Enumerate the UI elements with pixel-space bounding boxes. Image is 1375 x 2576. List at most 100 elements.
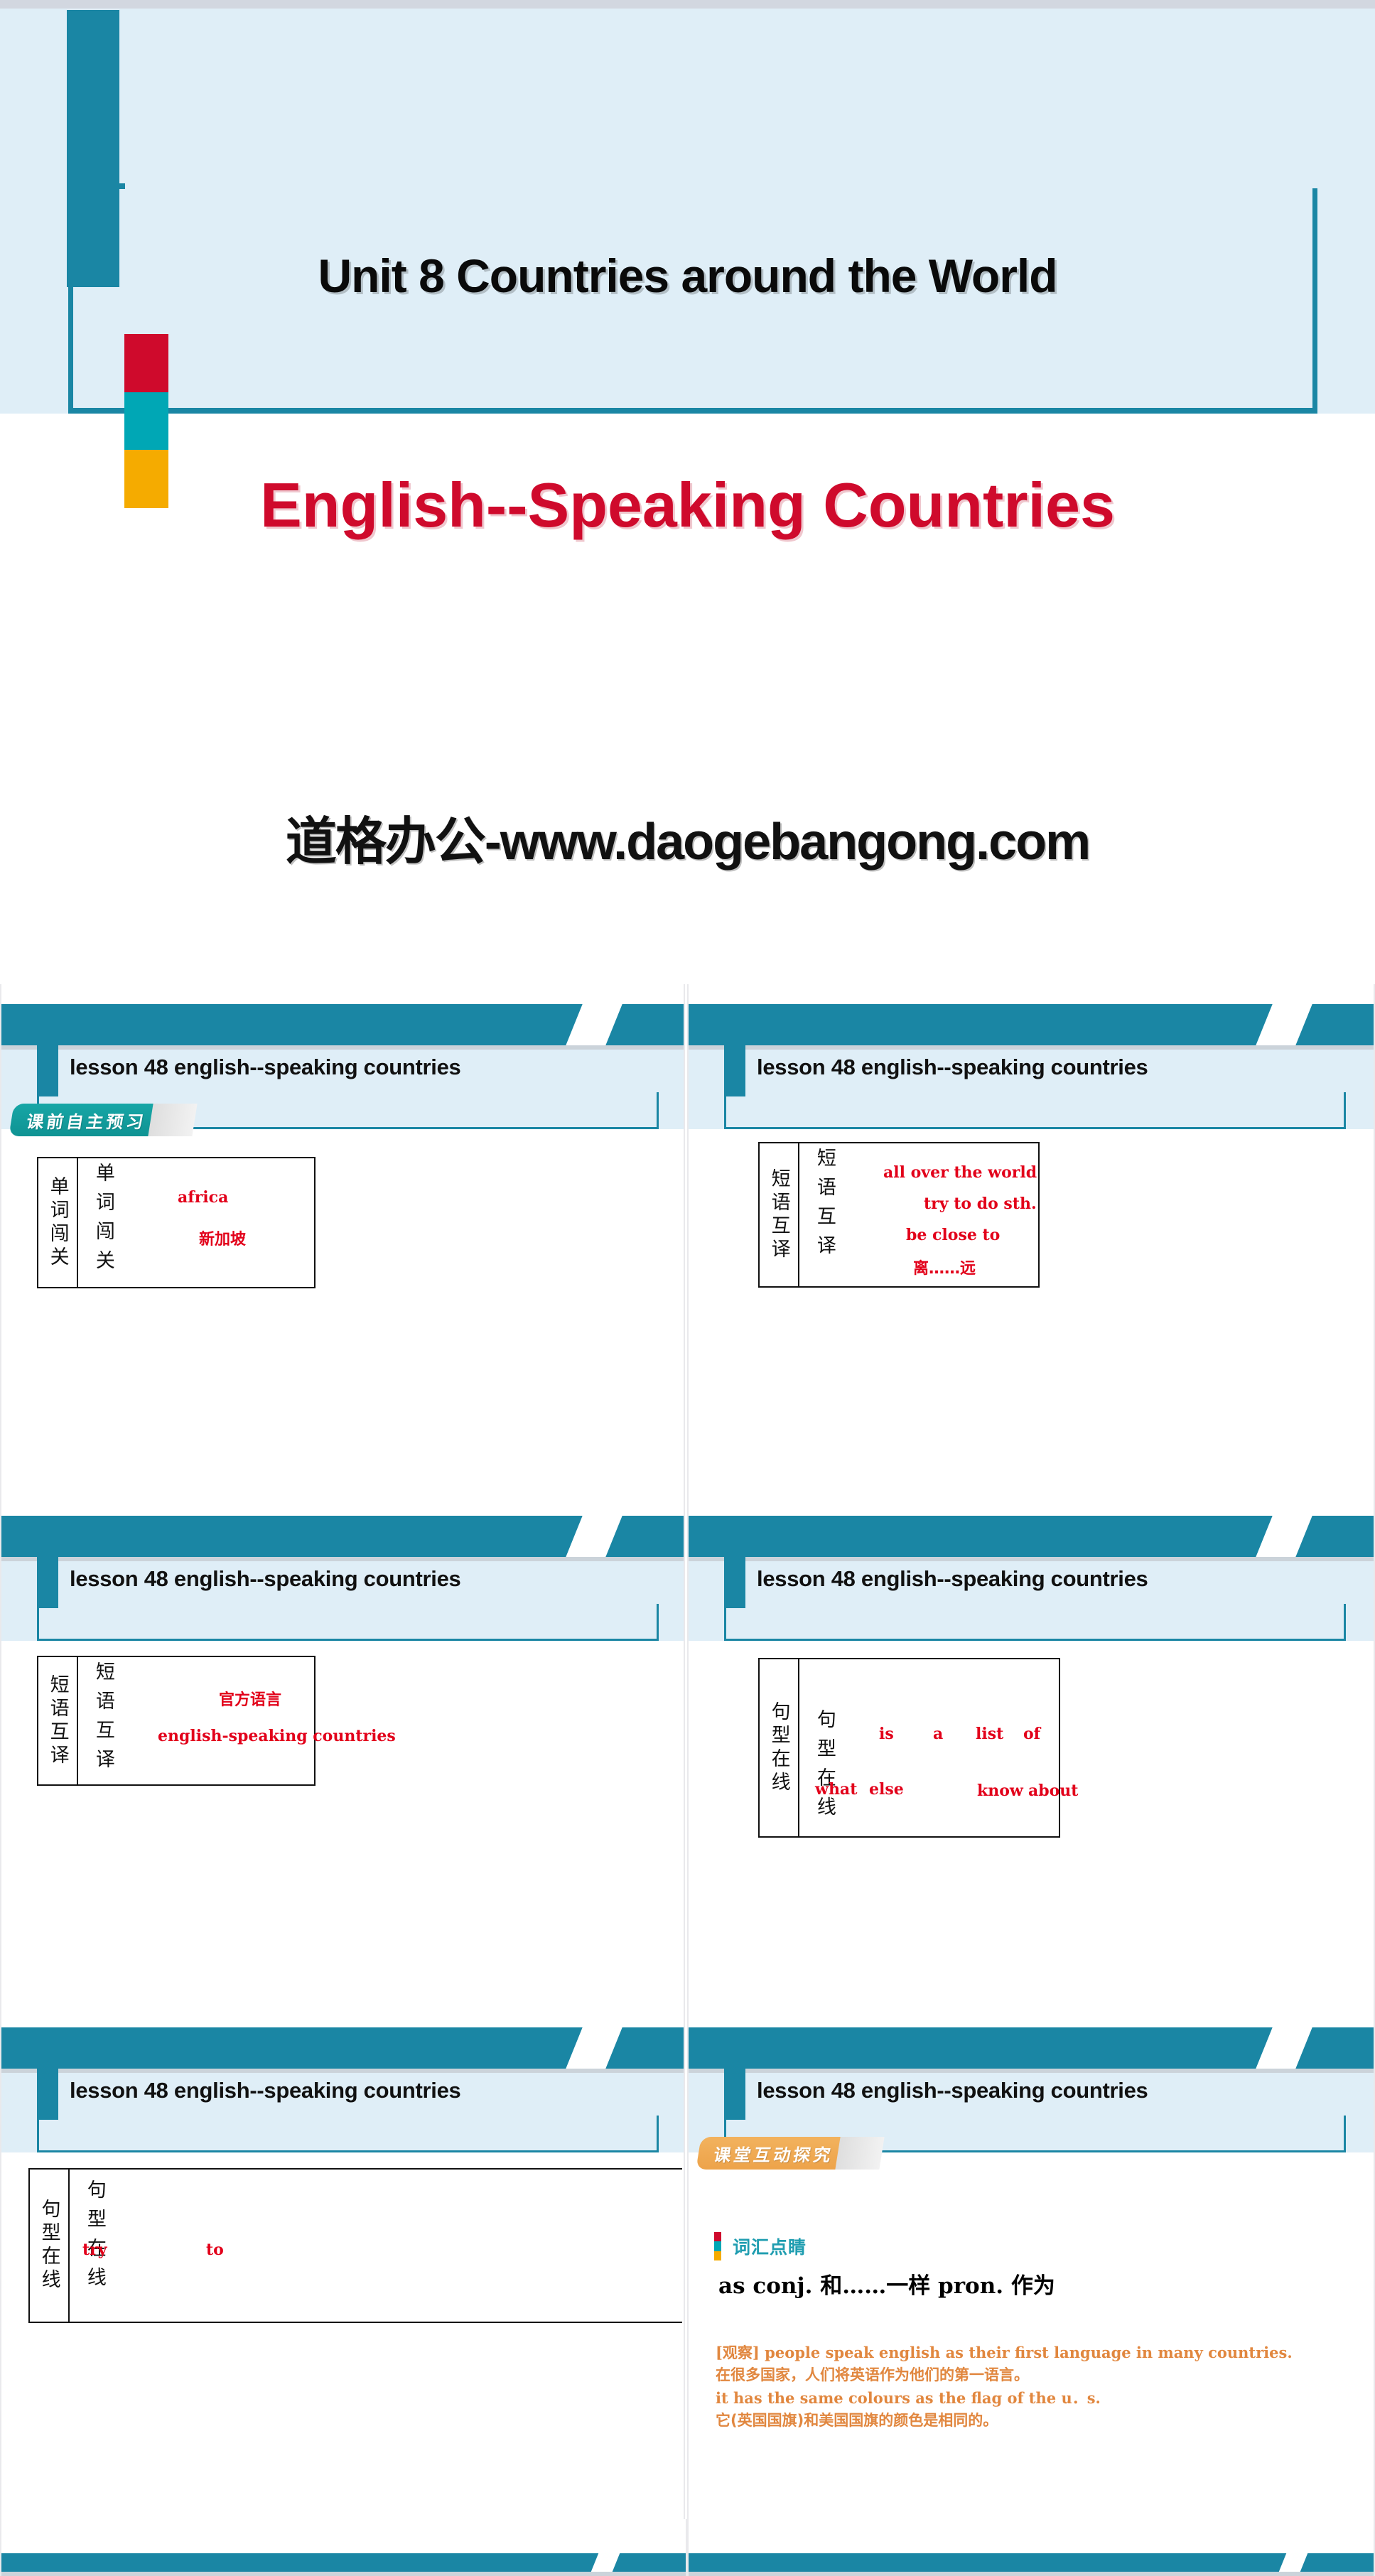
sentence-pattern-card: 句型在线 句型在线 try to <box>28 2168 682 2323</box>
slide-header-title: lesson 48 english--speaking countries <box>70 1055 461 1079</box>
thumb-bottom-spacer <box>689 2502 1374 2519</box>
slide-thumbnail-1[interactable]: lesson 48 english--speaking countries 课前… <box>0 984 687 1496</box>
card-content-column: 句型在线 try to <box>70 2170 682 2322</box>
card-label-column: 句型在线 <box>760 1659 799 1836</box>
answer-8: about <box>1028 1782 1079 1800</box>
accent-bar-red <box>124 334 168 392</box>
card-label-column: 短语互译 <box>760 1143 799 1286</box>
answer-2: to <box>206 2241 224 2259</box>
vocab-marker-red <box>714 2232 721 2242</box>
slide-header-title: lesson 48 english--speaking countries <box>757 2078 1148 2103</box>
card-label-left: 短语互译 <box>767 1168 790 1262</box>
slide-header-title: lesson 48 english--speaking countries <box>757 1055 1148 1079</box>
slide-thumbnail-7-partial[interactable] <box>0 2519 687 2576</box>
vocab-entry: as conj. 和……一样 pron. 作为 <box>718 2273 1055 2299</box>
answer-area: africa 新加坡 <box>78 1158 314 1287</box>
badge-preview-tail <box>148 1104 198 1136</box>
thumb-frame-5: lesson 48 english--speaking countries 句型… <box>0 2008 685 2519</box>
answer-7: know <box>977 1782 1023 1800</box>
example-line-4: 它(英国国旗)和美国国旗的颜色是相同的。 <box>716 2411 998 2429</box>
card-content-column: 单词闯关 africa 新加坡 <box>78 1158 314 1287</box>
badge-preview: 课前自主预习 <box>9 1104 198 1136</box>
card-label-left: 句型在线 <box>38 2199 60 2292</box>
answer-4: 离……远 <box>913 1260 976 1278</box>
vocab-marker-teal <box>714 2241 721 2251</box>
answer-5: what <box>815 1780 858 1799</box>
teal-bar-shadow <box>689 2572 1374 2576</box>
slide-header-title: lesson 48 english--speaking countries <box>757 1566 1148 1591</box>
badge-interactive-tail <box>835 2137 885 2170</box>
page-title: English--Speaking Countries <box>260 470 1115 540</box>
card-content-column: 句型在线 is a list of what else know about <box>799 1659 1079 1836</box>
slide-header-title: lesson 48 english--speaking countries <box>70 2078 461 2103</box>
thumb-bottom-spacer <box>689 1479 1374 1496</box>
example-line-2: 在很多国家，人们将英语作为他们的第一语言。 <box>716 2366 1029 2383</box>
answer-1: 官方语言 <box>219 1691 282 1709</box>
teal-top-bar <box>689 2553 1374 2572</box>
slide-thumbnail-2[interactable]: lesson 48 english--speaking countries 短语… <box>687 984 1375 1496</box>
thumb-frame-3: lesson 48 english--speaking countries 短语… <box>0 1496 685 2008</box>
slide-header-tab <box>724 2069 745 2120</box>
badge-interactive: 课堂互动探究 <box>696 2137 885 2170</box>
card-label-column: 单词闯关 <box>38 1158 78 1287</box>
answer-2: english-speaking countries <box>158 1727 396 1745</box>
answer-1: try <box>82 2241 107 2259</box>
answer-4: of <box>1023 1725 1041 1743</box>
thumb-bottom-spacer <box>1 2502 684 2519</box>
slide-thumbnail-grid: lesson 48 english--speaking countries 课前… <box>0 984 1375 2519</box>
top-strip <box>0 0 1375 9</box>
thumb-frame-1: lesson 48 english--speaking countries 课前… <box>0 984 685 1496</box>
badge-interactive-label: 课堂互动探究 <box>696 2137 842 2170</box>
slide-header-frame <box>724 1092 1346 1129</box>
answer-area: all over the world try to do sth. be clo… <box>799 1143 1038 1286</box>
card-label-column: 句型在线 <box>30 2170 70 2322</box>
card-label-left: 短语互译 <box>46 1674 69 1768</box>
answer-1: is <box>879 1725 894 1743</box>
slide-thumbnail-6[interactable]: lesson 48 english--speaking countries 课堂… <box>687 2008 1375 2519</box>
slide-header-tab <box>724 1557 745 1608</box>
slide-header-frame <box>724 1604 1346 1641</box>
card-label-left: 句型在线 <box>767 1701 790 1795</box>
slide-header-frame <box>37 1604 659 1641</box>
example-line-1: [观察] people speak english as their first… <box>716 2344 1293 2361</box>
thumb-bottom-spacer <box>1 1990 684 2008</box>
answer-area: 官方语言 english-speaking countries <box>78 1657 396 1784</box>
thumb-frame-2: lesson 48 english--speaking countries 短语… <box>687 984 1375 1496</box>
sentence-pattern-card: 句型在线 句型在线 is a list of what else know ab… <box>758 1658 1079 1838</box>
slide-thumbnail-8-partial[interactable] <box>687 2519 1375 2576</box>
slide-thumbnail-5[interactable]: lesson 48 english--speaking countries 句型… <box>0 2008 687 2519</box>
thumb-frame-4: lesson 48 english--speaking countries 句型… <box>687 1496 1375 2008</box>
thumb-bottom-spacer <box>689 1990 1374 2008</box>
vocab-section-heading: 词汇点睛 <box>733 2237 807 2258</box>
phrase-translation-card: 短语互译 短语互译 官方语言 english-speaking countrie… <box>37 1656 396 1786</box>
thumb-bottom-spacer <box>1 1479 684 1496</box>
vocab-marker-icon <box>714 2232 721 2260</box>
slide-header-tab <box>37 1557 58 1608</box>
answer-1: all over the world <box>883 1163 1037 1182</box>
answer-2: try to do sth. <box>924 1195 1037 1213</box>
slide-thumbnail-3[interactable]: lesson 48 english--speaking countries 短语… <box>0 1496 687 2008</box>
slide-header-frame <box>37 2116 659 2152</box>
answer-6: else <box>869 1780 904 1799</box>
example-line-3: it has the same colours as the flag of t… <box>716 2388 1101 2407</box>
answer-area: is a list of what else know about <box>799 1659 1078 1836</box>
vocab-examples: [观察] people speak english as their first… <box>716 2341 1355 2432</box>
answer-area: try to <box>70 2170 682 2322</box>
thumb-frame-6: lesson 48 english--speaking countries 课堂… <box>687 2008 1375 2519</box>
card-content-column: 短语互译 all over the world try to do sth. b… <box>799 1143 1038 1286</box>
slide-header-tab <box>724 1045 745 1096</box>
slide-header-title: lesson 48 english--speaking countries <box>70 1566 461 1591</box>
vocab-marker-amber <box>714 2251 721 2260</box>
card-label-left: 单词闯关 <box>46 1175 69 1270</box>
teal-top-bar <box>1 2553 686 2572</box>
slide-thumbnail-4[interactable]: lesson 48 english--speaking countries 句型… <box>687 1496 1375 2008</box>
watermark-url: 道格办公-www.daogebangong.com <box>285 814 1091 871</box>
title-slide: Unit 8 Countries around the World Englis… <box>0 0 1375 984</box>
answer-3: list <box>976 1725 1004 1743</box>
slide-thumbnail-row-partial <box>0 2519 1375 2576</box>
answer-3: be close to <box>906 1226 1001 1244</box>
answer-2: 新加坡 <box>199 1231 247 1249</box>
phrase-translation-card: 短语互译 短语互译 all over the world try to do s… <box>758 1142 1040 1288</box>
card-label-column: 短语互译 <box>38 1657 78 1784</box>
answer-1: africa <box>178 1188 229 1207</box>
